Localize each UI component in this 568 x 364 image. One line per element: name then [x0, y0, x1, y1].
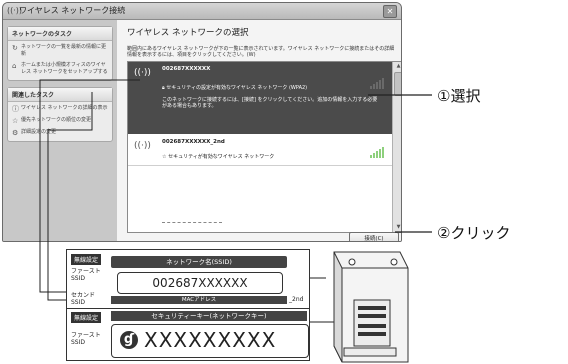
settings-icon: ⚙ — [12, 129, 19, 137]
second-ssid-label: セカンド SSID — [71, 292, 96, 306]
mac-address-header: MACアドレス — [111, 296, 287, 304]
network-tasks-panel: ネットワークのタスク ↻ ネットワークの一覧を最新の情報に更新 ⌂ ホームまたは… — [7, 26, 113, 81]
wireless-network-dialog: ((·)) ワイヤレス ネットワーク接続 ✕ ネットワークのタスク ↻ ネットワ… — [2, 2, 402, 242]
title-bar: ((·)) ワイヤレス ネットワーク接続 ✕ — [3, 3, 401, 20]
security-key-header: セキュリティーキー(ネットワークキー) — [111, 311, 307, 321]
refresh-network-list-task[interactable]: ↻ ネットワークの一覧を最新の情報に更新 — [8, 41, 112, 59]
key-ssid-label: ファースト SSID — [71, 332, 101, 346]
network-details-task[interactable]: ⓘ ワイヤレス ネットワークの詳細の表示 — [8, 102, 112, 114]
list-divider — [162, 222, 222, 223]
setup-home-network-task[interactable]: ⌂ ホームまたは小規模オフィスのワイヤレス ネットワークをセットアップする — [8, 59, 112, 77]
wireless-settings-tag: 無線設定 — [71, 254, 102, 265]
ssid-value: 002687XXXXXX — [117, 272, 283, 294]
key-logo-icon: ɠ — [120, 331, 138, 349]
close-button[interactable]: ✕ — [383, 5, 397, 18]
home-network-icon: ⌂ — [12, 62, 17, 70]
first-ssid-label: ファースト SSID — [71, 268, 101, 282]
wireless-settings-tag-2: 無線設定 — [71, 312, 102, 323]
window-title: ワイヤレス ネットワーク接続 — [19, 6, 126, 15]
task-label: 詳細設定の変更 — [21, 129, 57, 135]
task-label: 優先ネットワークの順位の変更 — [21, 117, 92, 123]
task-label: ネットワークの一覧を最新の情報に更新 — [21, 44, 107, 57]
security-key-box: ɠ XXXXXXXXX — [111, 324, 309, 358]
scroll-up-icon[interactable]: ▲ — [393, 62, 401, 71]
instructions-text: 範囲内にあるワイヤレス ネットワークが下の一覧に表示されています。ワイヤレス ネ… — [127, 46, 395, 58]
related-tasks-panel: 関連したタスク ⓘ ワイヤレス ネットワークの詳細の表示 ☆ 優先ネットワークの… — [7, 87, 113, 142]
advanced-settings-task[interactable]: ⚙ 詳細設定の変更 — [8, 126, 112, 138]
task-label: ワイヤレス ネットワークの詳細の表示 — [21, 105, 108, 111]
network-tasks-title: ネットワークのタスク — [8, 27, 112, 41]
info-icon: ⓘ — [12, 105, 19, 113]
connect-hint: このネットワークに接続するには、[接続] をクリックしてください。追加の情報を入… — [162, 97, 378, 109]
signal-strength-icon — [370, 78, 384, 89]
signal-strength-icon — [370, 147, 384, 158]
ssid2-suffix: _2nd — [289, 296, 304, 303]
select-callout: ①選択 — [437, 87, 481, 105]
connect-button[interactable]: 接続(C) — [349, 232, 399, 241]
network-ssid: 002687XXXXXX_2nd — [162, 139, 225, 145]
wireless-signal-icon: ((·)) — [134, 68, 151, 78]
page-title: ワイヤレス ネットワークの選択 — [127, 28, 249, 38]
network-list-scrollbar[interactable]: ▲ ▼ — [392, 62, 401, 232]
star-icon: ☆ — [12, 117, 19, 125]
preferred-order-task[interactable]: ☆ 優先ネットワークの順位の変更 — [8, 114, 112, 126]
click-callout: ②クリック — [437, 224, 511, 242]
network-selection-pane: ワイヤレス ネットワークの選択 範囲内にあるワイヤレス ネットワークが下の一覧に… — [117, 20, 401, 241]
scroll-thumb[interactable] — [394, 72, 401, 96]
network-list: ((·)) 002687XXXXXX 🔒︎ セキュリティの設定が有効なワイヤレス… — [127, 61, 401, 233]
ssid-header: ネットワーク名(SSID) — [111, 256, 287, 268]
scroll-down-icon[interactable]: ▼ — [393, 223, 401, 232]
network-security: 🔒︎ セキュリティの設定が有効なワイヤレス ネットワーク (WPA2) — [162, 85, 308, 91]
label-divider — [67, 308, 309, 309]
refresh-icon: ↻ — [12, 44, 18, 52]
network-item-selected[interactable]: ((·)) 002687XXXXXX 🔒︎ セキュリティの設定が有効なワイヤレス… — [128, 62, 392, 134]
network-ssid: 002687XXXXXX — [162, 66, 211, 72]
network-security: ☆ セキュリティが有効なワイヤレス ネットワーク — [162, 154, 275, 160]
wireless-signal-icon: ((·)) — [134, 141, 151, 151]
network-item[interactable]: ((·)) 002687XXXXXX_2nd ☆ セキュリティが有効なワイヤレス… — [128, 135, 392, 166]
router-device-illustration — [333, 251, 409, 363]
security-key-value: XXXXXXXXX — [144, 328, 277, 352]
task-label: ホームまたは小規模オフィスのワイヤレス ネットワークをセットアップする — [21, 62, 108, 75]
related-tasks-title: 関連したタスク — [8, 88, 112, 102]
router-label-card: 無線設定 ファースト SSID セカンド SSID ネットワーク名(SSID) … — [66, 249, 310, 361]
task-sidebar: ネットワークのタスク ↻ ネットワークの一覧を最新の情報に更新 ⌂ ホームまたは… — [3, 20, 117, 241]
close-icon: ✕ — [386, 7, 394, 16]
